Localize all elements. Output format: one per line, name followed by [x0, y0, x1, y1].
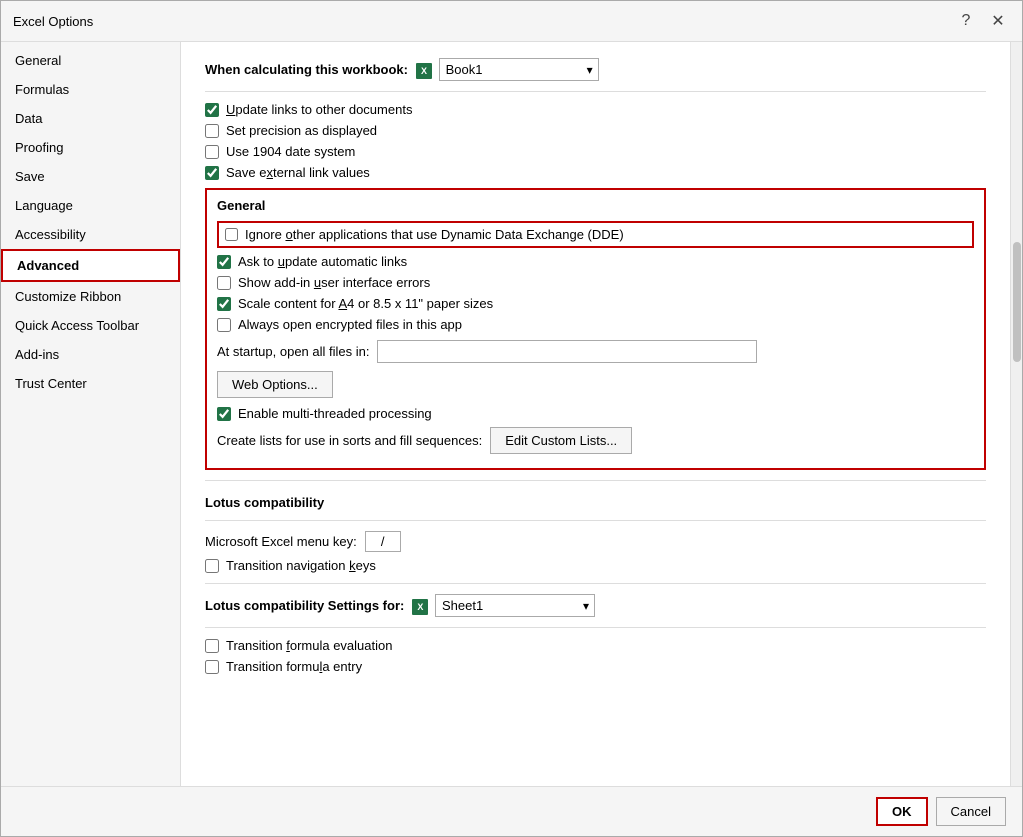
sidebar-item-advanced[interactable]: Advanced	[1, 249, 180, 282]
checkbox-show-addin-input[interactable]	[217, 276, 231, 290]
sidebar-item-quick-access-toolbar[interactable]: Quick Access Toolbar	[1, 311, 180, 340]
checkbox-transition-formula-entry: Transition formula entry	[205, 659, 986, 674]
sidebar-item-proofing[interactable]: Proofing	[1, 133, 180, 162]
checkbox-ask-update-label: Ask to update automatic links	[238, 254, 407, 269]
checkbox-ask-update-input[interactable]	[217, 255, 231, 269]
menu-key-row: Microsoft Excel menu key:	[205, 531, 986, 552]
close-button[interactable]: ✕	[986, 9, 1010, 33]
web-options-row: Web Options...	[217, 371, 974, 398]
edit-custom-lists-button[interactable]: Edit Custom Lists...	[490, 427, 632, 454]
checkbox-set-precision-label: Set precision as displayed	[226, 123, 377, 138]
sidebar-item-accessibility[interactable]: Accessibility	[1, 220, 180, 249]
ok-button[interactable]: OK	[876, 797, 928, 826]
checkbox-scale-content-input[interactable]	[217, 297, 231, 311]
checkbox-save-external: Save external link values	[205, 165, 986, 180]
checkbox-show-addin-label: Show add-in user interface errors	[238, 275, 430, 290]
checkbox-threading-input[interactable]	[217, 407, 231, 421]
create-lists-row: Create lists for use in sorts and fill s…	[217, 427, 974, 454]
checkbox-scale-content: Scale content for A4 or 8.5 x 11" paper …	[217, 296, 974, 311]
checkbox-transition-formula-entry-input[interactable]	[205, 660, 219, 674]
checkbox-threading: Enable multi-threaded processing	[217, 406, 974, 421]
checkbox-open-encrypted: Always open encrypted files in this app	[217, 317, 974, 332]
menu-key-label: Microsoft Excel menu key:	[205, 534, 357, 549]
startup-row: At startup, open all files in:	[217, 340, 974, 363]
title-bar-buttons: ? ✕	[954, 9, 1010, 33]
sidebar-item-add-ins[interactable]: Add-ins	[1, 340, 180, 369]
workbook-label: When calculating this workbook:	[205, 62, 408, 77]
sidebar-item-data[interactable]: Data	[1, 104, 180, 133]
web-options-button[interactable]: Web Options...	[217, 371, 333, 398]
lotus-section-title: Lotus compatibility	[205, 495, 986, 510]
workbook-row: When calculating this workbook: X Book1	[205, 58, 986, 81]
checkbox-set-precision-input[interactable]	[205, 124, 219, 138]
checkbox-1904-date-label: Use 1904 date system	[226, 144, 355, 159]
checkbox-transition-nav-label: Transition navigation keys	[226, 558, 376, 573]
sidebar-item-general[interactable]: General	[1, 46, 180, 75]
checkbox-transition-nav: Transition navigation keys	[205, 558, 986, 573]
menu-key-input[interactable]	[365, 531, 401, 552]
checkbox-transition-nav-input[interactable]	[205, 559, 219, 573]
checkbox-transition-formula-eval-input[interactable]	[205, 639, 219, 653]
checkbox-show-addin: Show add-in user interface errors	[217, 275, 974, 290]
checkbox-open-encrypted-input[interactable]	[217, 318, 231, 332]
sidebar-item-customize-ribbon[interactable]: Customize Ribbon	[1, 282, 180, 311]
lotus-settings-label: Lotus compatibility Settings for:	[205, 598, 404, 613]
checkbox-save-external-label: Save external link values	[226, 165, 370, 180]
scrollbar-thumb[interactable]	[1013, 242, 1021, 362]
sidebar-item-formulas[interactable]: Formulas	[1, 75, 180, 104]
checkbox-dde-label: Ignore other applications that use Dynam…	[245, 227, 624, 242]
main-content: When calculating this workbook: X Book1 …	[181, 42, 1010, 786]
help-button[interactable]: ?	[954, 9, 978, 33]
excel-sheet-icon: X	[412, 599, 428, 615]
lotus-settings-dropdown-wrapper: X Sheet1	[412, 594, 595, 617]
checkbox-transition-formula-eval: Transition formula evaluation	[205, 638, 986, 653]
checkbox-threading-label: Enable multi-threaded processing	[238, 406, 432, 421]
general-section-title: General	[217, 198, 974, 213]
lotus-section: Lotus compatibility Microsoft Excel menu…	[205, 495, 986, 573]
dialog-title: Excel Options	[13, 14, 93, 29]
checkbox-set-precision: Set precision as displayed	[205, 123, 986, 138]
checkbox-update-links-label: Update links to other documents	[226, 102, 412, 117]
workbook-dropdown[interactable]: Book1	[439, 58, 599, 81]
cancel-button[interactable]: Cancel	[936, 797, 1006, 826]
dde-row: Ignore other applications that use Dynam…	[217, 221, 974, 248]
checkbox-1904-date-input[interactable]	[205, 145, 219, 159]
checkbox-ask-update: Ask to update automatic links	[217, 254, 974, 269]
scrollbar[interactable]	[1010, 42, 1022, 786]
checkbox-update-links: Update links to other documents	[205, 102, 986, 117]
sidebar-item-save[interactable]: Save	[1, 162, 180, 191]
checkbox-1904-date: Use 1904 date system	[205, 144, 986, 159]
footer: OK Cancel	[1, 786, 1022, 836]
lotus-settings-dropdown[interactable]: Sheet1	[435, 594, 595, 617]
checkbox-transition-formula-eval-label: Transition formula evaluation	[226, 638, 392, 653]
startup-input[interactable]	[377, 340, 757, 363]
checkbox-transition-formula-entry-label: Transition formula entry	[226, 659, 362, 674]
title-bar: Excel Options ? ✕	[1, 1, 1022, 42]
lotus-settings-row: Lotus compatibility Settings for: X Shee…	[205, 594, 986, 617]
workbook-dropdown-wrapper: X Book1	[416, 58, 599, 81]
sidebar-item-language[interactable]: Language	[1, 191, 180, 220]
sidebar-item-trust-center[interactable]: Trust Center	[1, 369, 180, 398]
content-area: General Formulas Data Proofing Save Lang…	[1, 42, 1022, 786]
create-lists-label: Create lists for use in sorts and fill s…	[217, 433, 482, 448]
general-section-box: General Ignore other applications that u…	[205, 188, 986, 470]
checkbox-dde-input[interactable]	[225, 228, 238, 241]
checkbox-open-encrypted-label: Always open encrypted files in this app	[238, 317, 462, 332]
checkbox-save-external-input[interactable]	[205, 166, 219, 180]
startup-label: At startup, open all files in:	[217, 344, 369, 359]
excel-options-dialog: Excel Options ? ✕ General Formulas Data …	[0, 0, 1023, 837]
checkbox-scale-content-label: Scale content for A4 or 8.5 x 11" paper …	[238, 296, 493, 311]
sidebar: General Formulas Data Proofing Save Lang…	[1, 42, 181, 786]
excel-icon: X	[416, 63, 432, 79]
checkbox-update-links-input[interactable]	[205, 103, 219, 117]
